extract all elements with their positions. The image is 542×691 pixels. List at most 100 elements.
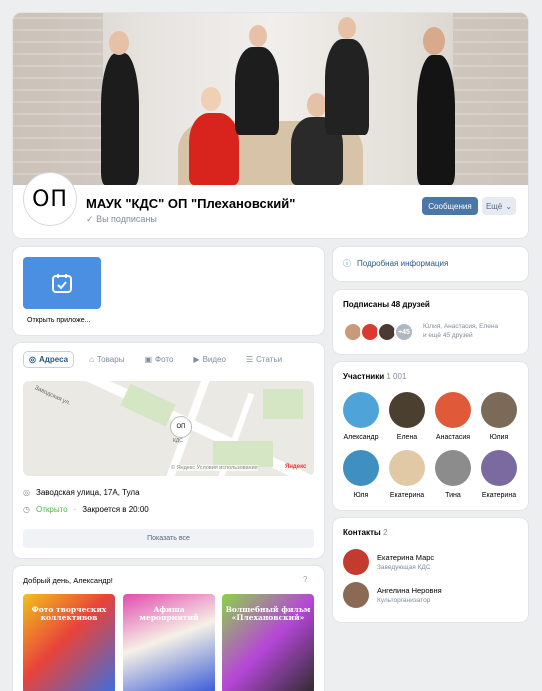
tab-label: Товары [96,355,125,364]
tab-label: Видео [202,355,226,364]
contact-item[interactable]: Екатерина Марс Заведующая КДС [343,549,434,575]
subscribed-status[interactable]: ✓ Вы подписаны [86,214,157,225]
tabs: ◎ Адреса ⌂ Товары ▣ Фото ▶ Видео ☰ Статьи [23,351,287,368]
map-park [213,441,273,467]
video-icon: ▶ [193,355,200,364]
avatar [389,392,425,428]
cover-person-head [249,25,267,47]
member[interactable]: Екатерина [477,450,521,499]
member[interactable]: Юля [339,450,383,499]
contact-name: Ангелина Неровня [377,586,442,595]
poster-film[interactable]: Волшебный фильм «Плехановский» [222,594,314,691]
cover-photo [13,13,528,185]
contact-role: Заведующая КДС [377,564,431,571]
hours-line[interactable]: ◷ Открыто · Закроется в 20:00 [23,505,149,514]
map-terms[interactable]: © Яндекс Условия использования [171,465,258,471]
member[interactable]: Александр [339,392,383,441]
avatar [389,450,425,486]
cover-person [189,113,239,185]
map[interactable]: Заводская ул. ОП КДС © Яндекс Условия ис… [23,381,314,476]
location-pin-icon: ◎ [23,488,30,497]
contacts-card: Контакты 2 Екатерина Марс Заведующая КДС… [333,518,528,622]
cover-person [101,53,139,185]
member[interactable]: Юлия [477,392,521,441]
app-icon[interactable] [23,257,101,309]
poster-photos[interactable]: Фото творческих коллективов [23,594,115,691]
tab-videos[interactable]: ▶ Видео [188,352,231,367]
tab-label: Фото [155,355,174,364]
contact-item[interactable]: Ангелина Неровня Культорганизатор [343,582,442,608]
cover-person-head [201,87,221,111]
app-label[interactable]: Открыть приложе... [27,317,90,324]
greeting-title: Добрый день, Александр! [23,576,113,585]
info-row[interactable]: ⓘ Подробная информация [343,258,448,269]
status-open: Открыто [35,505,68,514]
tab-addresses[interactable]: ◎ Адреса [23,351,75,368]
cover-wall [13,13,103,185]
members-label: Участники [343,372,385,381]
tab-label: Адреса [38,355,69,364]
member-name: Юлия [489,434,509,441]
friends-names-line: Юлия, Анастасия, Елена [423,323,499,330]
location-icon: ◎ [29,355,36,364]
group-avatar[interactable]: ОП [24,173,76,225]
poster-events[interactable]: Афиша мероприятий [123,594,215,691]
bag-icon: ⌂ [89,355,94,364]
photo-icon: ▣ [144,355,153,364]
check-icon: ✓ [86,214,94,224]
member-name: Тина [445,492,461,499]
member-name: Анастасия [435,434,471,441]
separator: · [73,505,77,514]
tab-articles[interactable]: ☰ Статьи [241,352,287,367]
avatar [343,450,379,486]
calendar-check-icon [52,274,72,293]
help-icon[interactable]: ? [303,575,307,584]
address-card: ◎ Адреса ⌂ Товары ▣ Фото ▶ Видео ☰ Статьи Зав… [13,343,324,558]
cover-person [235,47,279,135]
friends-title: Подписаны 48 друзей [343,300,430,309]
greeting-card: Добрый день, Александр! ? Фото творчески… [13,566,324,691]
map-park [120,383,176,427]
avatar [481,392,517,428]
map-marker[interactable]: ОП [171,417,191,437]
member[interactable]: Екатерина [385,450,429,499]
avatar [343,392,379,428]
status-close-time: Закроется в 20:00 [82,505,149,514]
tab-goods[interactable]: ⌂ Товары [84,352,129,367]
member-name: Елена [396,434,418,441]
friends-card[interactable]: Подписаны 48 друзей +45 Юлия, Анастасия,… [333,290,528,354]
members-count: 1 001 [386,372,407,381]
member-name: Александр [343,434,379,441]
contact-role: Культорганизатор [377,597,431,604]
member[interactable]: Елена [385,392,429,441]
members-title[interactable]: Участники 1 001 [343,372,406,381]
messages-button[interactable]: Сообщения [422,197,478,215]
more-button[interactable]: Ещё ⌄ [482,197,516,215]
app-card: Открыть приложе... [13,247,324,335]
members-card: Участники 1 001 Александр Елена Анастаси… [333,362,528,510]
chevron-down-icon: ⌄ [505,201,513,211]
info-card[interactable]: ⓘ Подробная информация [333,247,528,281]
cover-person [417,55,455,185]
address-line[interactable]: ◎ Заводская улица, 17А, Тула [23,488,140,497]
subscribed-label: Вы подписаны [96,214,157,224]
avatar [343,549,369,575]
tab-photos[interactable]: ▣ Фото [139,352,178,367]
cover-person-head [109,31,129,55]
contacts-count: 2 [382,528,388,537]
member-name: Екатерина [481,492,517,499]
friends-more-badge[interactable]: +45 [394,322,414,342]
member[interactable]: Тина [431,450,475,499]
info-label: Подробная информация [357,259,449,268]
contacts-title[interactable]: Контакты 2 [343,528,387,537]
show-all-button[interactable]: Показать все [23,529,314,548]
member-name: Екатерина [389,492,425,499]
contacts-label: Контакты [343,528,381,537]
member[interactable]: Анастасия [431,392,475,441]
friends-names: Юлия, Анастасия, Елена и ещё 45 друзей [423,323,498,341]
tab-label: Статьи [256,355,283,364]
cover-person-head [338,17,356,39]
map-marker-label: КДС [173,438,183,444]
cover-person [325,39,369,135]
member-name: Юля [353,492,369,499]
